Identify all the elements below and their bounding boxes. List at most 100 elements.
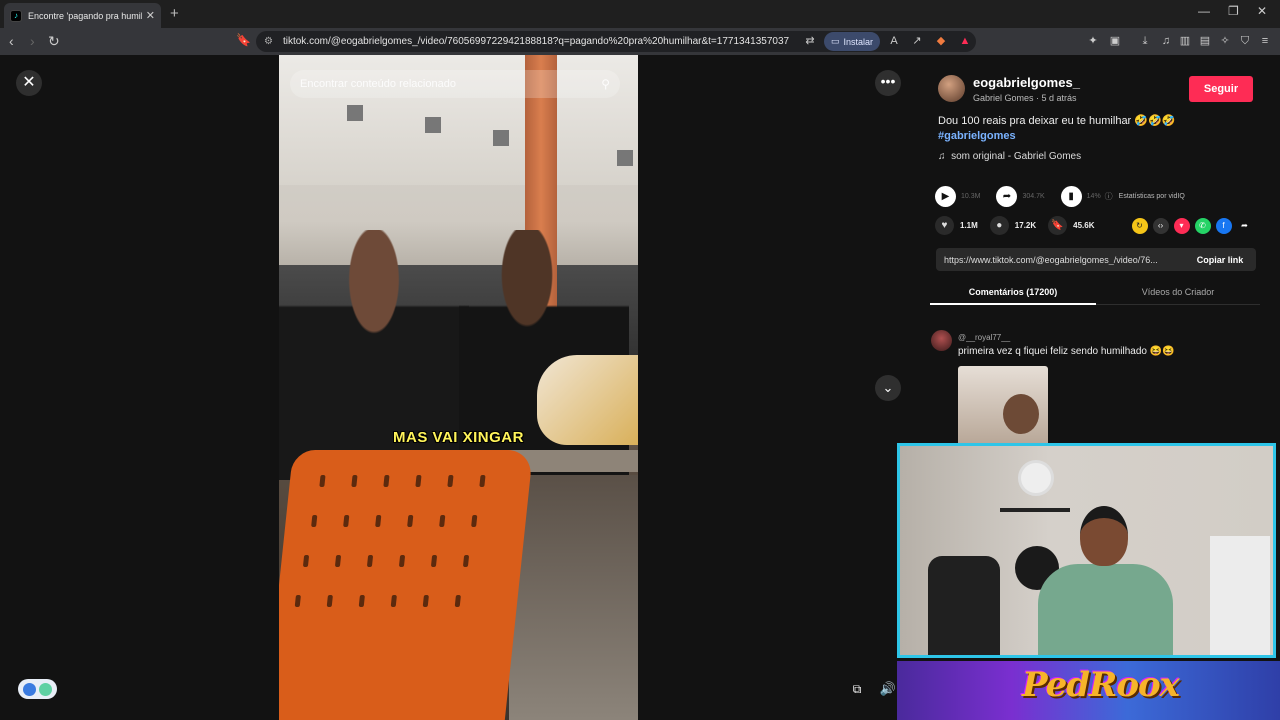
- posted-ago: 5 d atrás: [1041, 93, 1077, 103]
- bookmark-icon[interactable]: 🔖: [236, 33, 251, 47]
- tab-title: Encontre 'pagando pra humil: [28, 10, 142, 21]
- translate-icon[interactable]: ⇄: [803, 34, 817, 48]
- share-link-box: https://www.tiktok.com/@eogabrielgomes_/…: [936, 248, 1256, 271]
- video-frame-detail: [617, 150, 633, 166]
- author-subline: Gabriel Gomes · 5 d atrás: [973, 93, 1077, 103]
- webcam-chair: [928, 556, 1000, 655]
- close-icon[interactable]: ✕: [16, 70, 42, 96]
- url-text: tiktok.com/@eogabrielgomes_/video/760569…: [282, 36, 790, 47]
- music-note-icon: ♫: [938, 151, 946, 162]
- comment-icon[interactable]: ●: [989, 216, 1009, 235]
- likes-count: 1.1M: [960, 221, 978, 230]
- browser-tab[interactable]: ♪ Encontre 'pagando pra humil ✕: [4, 3, 161, 28]
- saves-count: 45.6K: [1073, 221, 1095, 230]
- rewards-icon[interactable]: ▲: [958, 34, 972, 48]
- tab-comments[interactable]: Comentários (17200): [930, 283, 1096, 305]
- send-to-friends-icon[interactable]: ▾: [1173, 217, 1190, 234]
- streamer-logo: PedRoox: [1022, 665, 1180, 705]
- related-search-placeholder: Encontrar conteúdo relacionado: [300, 78, 456, 90]
- install-icon: ▭: [830, 36, 840, 46]
- media-icon[interactable]: ♫: [1159, 34, 1173, 48]
- description-text: Dou 100 reais pra deixar eu te humilhar …: [938, 115, 1176, 127]
- streamer-banner: PedRoox: [897, 661, 1280, 720]
- screenshot-icon[interactable]: ▣: [1108, 34, 1122, 48]
- play-extension-icon: [22, 682, 36, 696]
- webcam-fan: [1018, 460, 1054, 496]
- video-caption: MAS VAI XINGAR: [393, 429, 524, 446]
- comment-text: primeira vez q fiquei feliz sendo humilh…: [958, 346, 1175, 357]
- embed-icon[interactable]: ‹›: [1152, 217, 1169, 234]
- webcam-radiator: [1210, 536, 1270, 655]
- video-frame-chair: [279, 450, 534, 720]
- share-more-icon[interactable]: ➦: [1237, 218, 1253, 234]
- reload-icon[interactable]: ↻: [48, 33, 60, 50]
- browser-tabbar: ♪ Encontre 'pagando pra humil ✕ + — ❐ ✕: [0, 0, 1280, 28]
- vpn-icon[interactable]: ⛉: [1238, 34, 1252, 48]
- video-frame-detail: [493, 130, 509, 146]
- repost-icon[interactable]: ↻: [1131, 217, 1148, 234]
- comment-username[interactable]: @__royal77__: [958, 333, 1010, 342]
- copy-link-button[interactable]: Copiar link: [1184, 255, 1256, 265]
- forward-icon[interactable]: ›: [30, 33, 35, 49]
- related-search-input[interactable]: Encontrar conteúdo relacionado ⚲: [290, 70, 620, 98]
- music-label: som original - Gabriel Gomes: [951, 151, 1082, 162]
- engagement-pct: 14%: [1086, 193, 1101, 200]
- tab-creator-videos[interactable]: Vídeos do Criador: [1096, 283, 1260, 305]
- share-arrow-icon: ➦: [996, 186, 1018, 207]
- video-frame-detail: [347, 105, 363, 121]
- webcam-person: [1020, 506, 1173, 655]
- wallet-icon[interactable]: ▤: [1198, 34, 1212, 48]
- share-link-text[interactable]: https://www.tiktok.com/@eogabrielgomes_/…: [936, 255, 1184, 265]
- more-options-icon[interactable]: •••: [875, 70, 901, 96]
- avatar[interactable]: [938, 75, 965, 102]
- music-link[interactable]: ♫ som original - Gabriel Gomes: [938, 151, 1081, 162]
- download-icon[interactable]: ⤓: [1138, 34, 1152, 48]
- tiktok-icon: ♪: [10, 9, 22, 22]
- tab-close-icon[interactable]: ✕: [146, 9, 155, 22]
- comment-avatar[interactable]: [931, 330, 952, 351]
- extensions-icon[interactable]: ✦: [1086, 34, 1100, 48]
- heart-icon[interactable]: ♥: [935, 216, 954, 235]
- read-aloud-icon[interactable]: A: [887, 34, 901, 48]
- facebook-icon[interactable]: f: [1215, 217, 1232, 234]
- video-frame-detail: [425, 117, 441, 133]
- sidebar-icon[interactable]: ▥: [1178, 34, 1192, 48]
- info-icon[interactable]: ⓘ: [1105, 191, 1113, 202]
- browser-toolbar: ‹ › ↻ 🔖 ⚙ tiktok.com/@eogabrielgomes_/vi…: [0, 28, 1280, 55]
- whatsapp-icon[interactable]: ✆: [1194, 217, 1211, 234]
- video-player[interactable]: MAS VAI XINGAR Encontrar conteúdo relaci…: [279, 55, 638, 720]
- username[interactable]: eogabrielgomes_: [973, 75, 1080, 90]
- brave-shield-icon[interactable]: ◆: [934, 34, 948, 48]
- power-icon: [39, 682, 53, 696]
- back-icon[interactable]: ‹: [9, 33, 14, 49]
- views-count: 10.3M: [961, 193, 981, 200]
- install-button[interactable]: ▭ Instalar: [824, 32, 880, 51]
- extension-badge[interactable]: [18, 679, 57, 699]
- webcam-overlay: [897, 443, 1276, 658]
- minimize-button[interactable]: —: [1198, 4, 1210, 18]
- bar-chart-icon: ▮: [1060, 186, 1082, 207]
- share-page-icon[interactable]: ↗: [910, 34, 924, 48]
- restore-button[interactable]: ❐: [1228, 4, 1239, 18]
- post-description: Dou 100 reais pra deixar eu te humilhar …: [938, 114, 1258, 144]
- vidiq-label: Estatísticas por vidIQ: [1118, 193, 1185, 200]
- hashtag-link[interactable]: #gabrielgomes: [938, 129, 1258, 144]
- bookmark-save-icon[interactable]: 🔖: [1048, 216, 1068, 235]
- follow-button[interactable]: Seguir: [1189, 76, 1253, 102]
- video-frame-floor: [509, 475, 638, 720]
- display-name: Gabriel Gomes: [973, 93, 1034, 103]
- play-icon: ▶: [935, 186, 956, 207]
- vidiq-stats-row: ▶ 10.3M ➦ 304.7K ▮ 14% ⓘ Estatísticas po…: [935, 186, 1185, 207]
- new-tab-button[interactable]: +: [170, 5, 179, 22]
- site-settings-icon[interactable]: ⚙: [264, 36, 273, 47]
- picture-in-picture-icon[interactable]: ⧉: [846, 677, 868, 701]
- close-window-button[interactable]: ✕: [1257, 4, 1267, 18]
- menu-icon[interactable]: ≡: [1258, 34, 1272, 48]
- search-icon[interactable]: ⚲: [601, 77, 610, 91]
- comment-image[interactable]: [958, 366, 1048, 446]
- chevron-down-icon[interactable]: ⌄: [875, 375, 901, 401]
- actions-row: ♥ 1.1M ● 17.2K 🔖 45.6K ↻ ‹› ▾ ✆ f ➦: [935, 216, 1253, 235]
- leo-icon[interactable]: ✧: [1218, 34, 1232, 48]
- install-label: Instalar: [843, 36, 874, 47]
- panel-tabs: Comentários (17200) Vídeos do Criador: [930, 283, 1260, 305]
